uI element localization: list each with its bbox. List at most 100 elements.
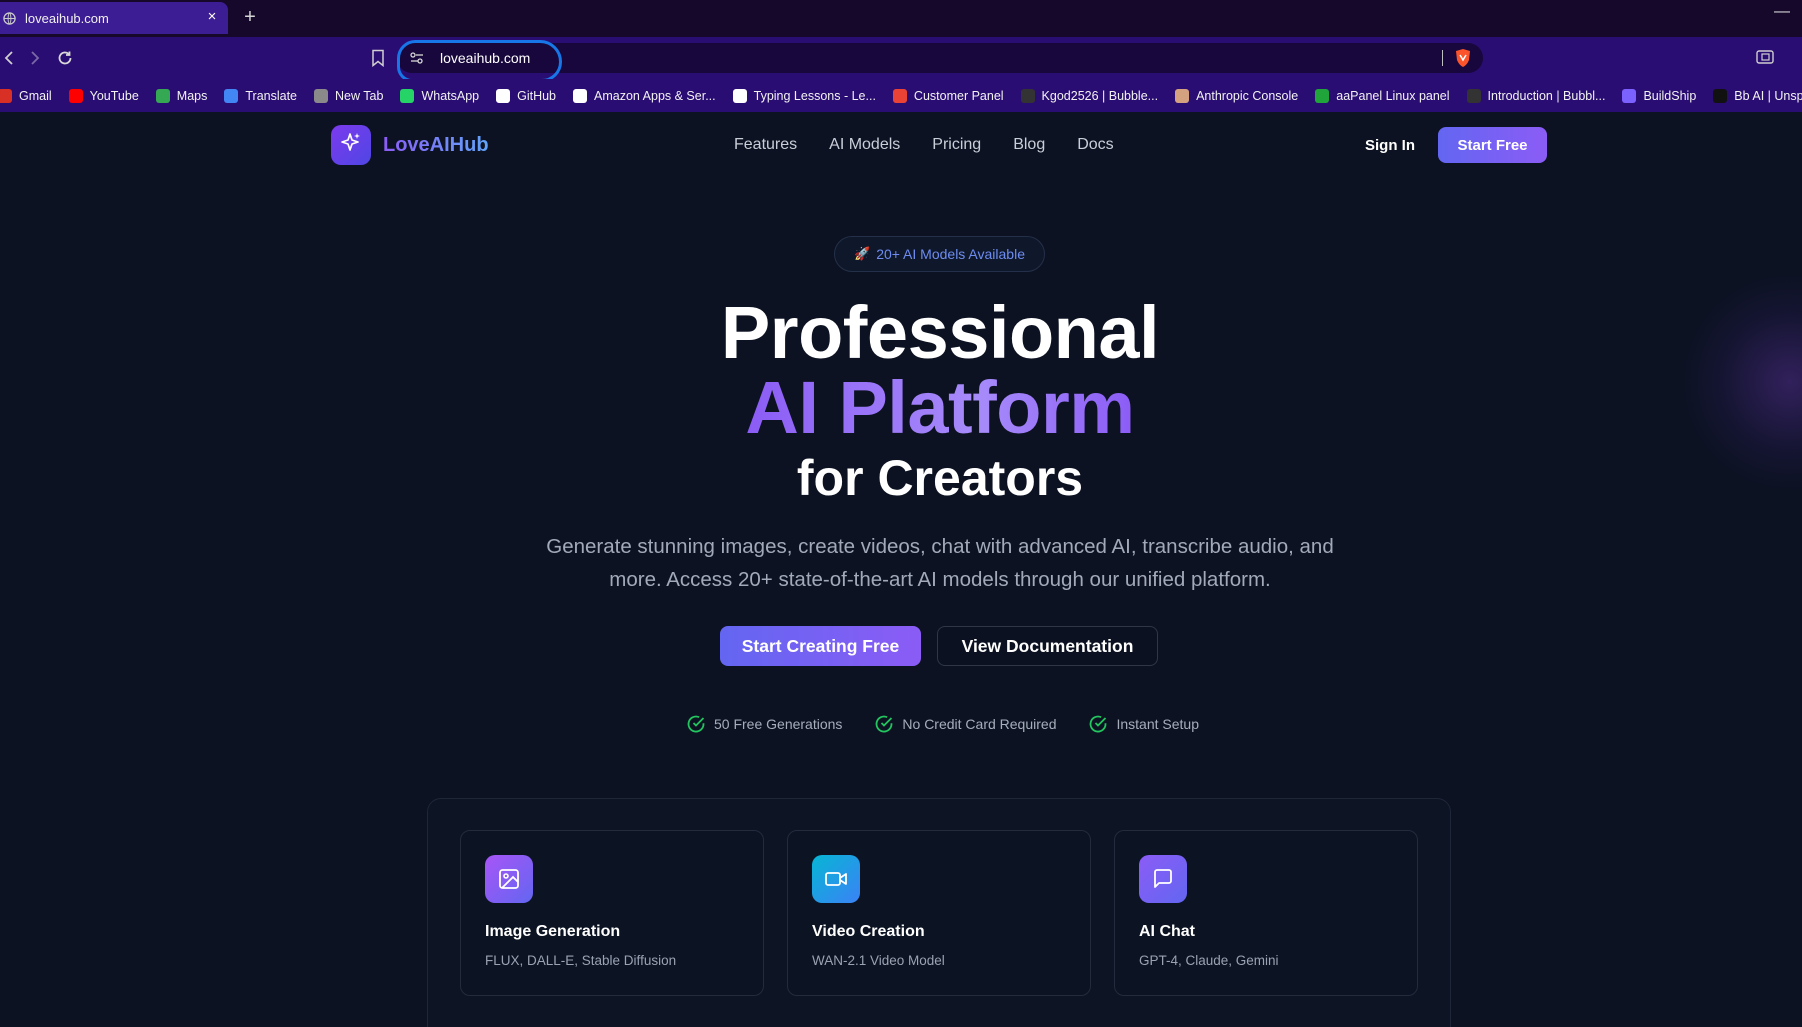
logo[interactable] bbox=[331, 125, 371, 165]
reload-icon[interactable] bbox=[52, 45, 78, 71]
bookmark-label: aaPanel Linux panel bbox=[1336, 88, 1450, 103]
bookmark-label: Kgod2526 | Bubble... bbox=[1041, 88, 1159, 103]
feature-label: No Credit Card Required bbox=[902, 716, 1057, 732]
check-circle-icon bbox=[874, 714, 894, 734]
bookmarks-bar: Gmail YouTube Maps Translate New Tab WhatsApp… bbox=[0, 79, 1802, 112]
video-icon bbox=[812, 855, 860, 903]
bookmark-label: Bb AI | Unsplash bbox=[1734, 88, 1802, 103]
bookmark-label: YouTube bbox=[89, 88, 139, 103]
start-creating-free-button[interactable]: Start Creating Free bbox=[720, 626, 921, 666]
close-icon[interactable]: × bbox=[204, 9, 220, 25]
nav-ai-models[interactable]: AI Models bbox=[829, 136, 900, 154]
bookmark-item[interactable]: Typing Lessons - Le... bbox=[732, 88, 876, 103]
browser-tab-strip: loveaihub.com × + — bbox=[0, 0, 1802, 37]
gmail-icon bbox=[0, 88, 12, 103]
bookmark-icon[interactable] bbox=[371, 49, 387, 68]
bookmark-label: Anthropic Console bbox=[1196, 88, 1299, 103]
bookmark-label: Amazon Apps & Ser... bbox=[594, 88, 716, 103]
bookmark-item[interactable]: Gmail bbox=[0, 88, 52, 103]
hero-title-line2: AI Platform bbox=[745, 366, 1135, 449]
hero-title-line1: Professional bbox=[720, 291, 1160, 374]
bookmark-item[interactable]: BuildShip bbox=[1622, 88, 1697, 103]
nav-docs[interactable]: Docs bbox=[1077, 136, 1113, 154]
badge-text: 20+ AI Models Available bbox=[876, 246, 1025, 262]
aapanel-icon bbox=[1315, 88, 1330, 103]
bookmark-label: Maps bbox=[176, 88, 208, 103]
feature-item: 50 Free Generations bbox=[686, 714, 842, 734]
hero-subtitle: Generate stunning images, create videos,… bbox=[546, 535, 1334, 591]
feature-label: 50 Free Generations bbox=[714, 716, 843, 732]
globe-icon bbox=[314, 88, 329, 103]
main-nav: Features AI Models Pricing Blog Docs bbox=[734, 136, 1146, 154]
divider bbox=[1442, 50, 1443, 66]
chat-icon bbox=[1139, 855, 1187, 903]
minimize-button[interactable]: — bbox=[1774, 3, 1790, 21]
buildship-icon bbox=[1622, 88, 1637, 103]
bookmark-label: Introduction | Bubbl... bbox=[1487, 88, 1606, 103]
anthropic-icon bbox=[1175, 88, 1190, 103]
feature-label: Instant Setup bbox=[1116, 716, 1199, 732]
youtube-icon bbox=[68, 88, 83, 103]
bookmark-item[interactable]: Anthropic Console bbox=[1175, 88, 1299, 103]
bookmark-item[interactable]: aaPanel Linux panel bbox=[1315, 88, 1450, 103]
bookmark-item[interactable]: Kgod2526 | Bubble... bbox=[1020, 88, 1159, 103]
bubble-icon bbox=[1020, 88, 1035, 103]
bookmark-item[interactable]: Translate bbox=[224, 88, 298, 103]
bookmark-label: GitHub bbox=[517, 88, 557, 103]
bookmark-item[interactable]: New Tab bbox=[314, 88, 384, 103]
bookmark-label: Gmail bbox=[19, 88, 52, 103]
bookmark-label: New Tab bbox=[335, 88, 384, 103]
check-circle-icon bbox=[686, 714, 706, 734]
hero-title-line3: for Creators bbox=[796, 450, 1084, 506]
sidebar-icon[interactable] bbox=[1756, 49, 1776, 67]
bookmark-label: Typing Lessons - Le... bbox=[753, 88, 876, 103]
nav-features[interactable]: Features bbox=[734, 136, 797, 154]
address-bar[interactable]: loveaihub.com bbox=[397, 43, 1483, 73]
bookmark-label: Customer Panel bbox=[913, 88, 1004, 103]
view-documentation-button[interactable]: View Documentation bbox=[937, 626, 1158, 666]
check-circle-icon bbox=[1088, 714, 1108, 734]
bookmark-item[interactable]: Introduction | Bubbl... bbox=[1466, 88, 1606, 103]
bookmark-item[interactable]: YouTube bbox=[68, 88, 139, 103]
new-tab-button[interactable]: + bbox=[240, 6, 260, 28]
nav-pricing[interactable]: Pricing bbox=[932, 136, 981, 154]
feature-item: Instant Setup bbox=[1088, 714, 1199, 734]
nav-blog[interactable]: Blog bbox=[1013, 136, 1045, 154]
bookmark-item[interactable]: Customer Panel bbox=[892, 88, 1004, 103]
bookmark-item[interactable]: GitHub bbox=[496, 88, 557, 103]
whatsapp-icon bbox=[400, 88, 415, 103]
bookmark-item[interactable]: Maps bbox=[155, 88, 208, 103]
feature-item: No Credit Card Required bbox=[874, 714, 1056, 734]
bookmark-label: BuildShip bbox=[1643, 88, 1697, 103]
bookmark-item[interactable]: Amazon Apps & Ser... bbox=[573, 88, 716, 103]
url-text: loveaihub.com bbox=[440, 50, 531, 66]
translate-icon bbox=[224, 88, 239, 103]
start-free-button[interactable]: Start Free bbox=[1438, 127, 1547, 163]
card-ai-chat[interactable]: AI Chat GPT-4, Claude, Gemini bbox=[1114, 830, 1418, 996]
bookmark-label: WhatsApp bbox=[421, 88, 480, 103]
hero-title-line2-wrap: AI Platform bbox=[0, 365, 1802, 450]
rocket-icon: 🚀 bbox=[854, 246, 871, 261]
maps-icon bbox=[155, 88, 170, 103]
card-title: Image Generation bbox=[485, 923, 621, 940]
bubble-icon bbox=[1466, 88, 1481, 103]
card-image-generation[interactable]: Image Generation FLUX, DALL-E, Stable Di… bbox=[460, 830, 764, 996]
card-video-creation[interactable]: Video Creation WAN-2.1 Video Model bbox=[787, 830, 1091, 996]
brave-shields-icon[interactable] bbox=[1454, 48, 1472, 68]
typing-icon bbox=[732, 88, 747, 103]
bookmark-item[interactable]: Bb AI | Unsplash bbox=[1713, 88, 1802, 103]
bookmark-label: Translate bbox=[245, 88, 298, 103]
back-icon[interactable] bbox=[0, 45, 22, 71]
forward-icon[interactable] bbox=[22, 45, 48, 71]
image-icon bbox=[485, 855, 533, 903]
models-badge: 🚀 20+ AI Models Available bbox=[834, 236, 1045, 272]
site-settings-icon[interactable] bbox=[409, 50, 425, 66]
unsplash-icon bbox=[1713, 88, 1728, 103]
bookmark-item[interactable]: WhatsApp bbox=[400, 88, 480, 103]
browser-tab[interactable]: loveaihub.com × bbox=[0, 2, 228, 34]
sign-in-link[interactable]: Sign In bbox=[1365, 137, 1415, 154]
card-description: WAN-2.1 Video Model bbox=[812, 953, 945, 968]
card-title: Video Creation bbox=[812, 923, 925, 940]
brand-name[interactable]: LoveAIHub bbox=[383, 134, 489, 157]
hero-features: 50 Free Generations No Credit Card Requi… bbox=[686, 714, 1231, 734]
